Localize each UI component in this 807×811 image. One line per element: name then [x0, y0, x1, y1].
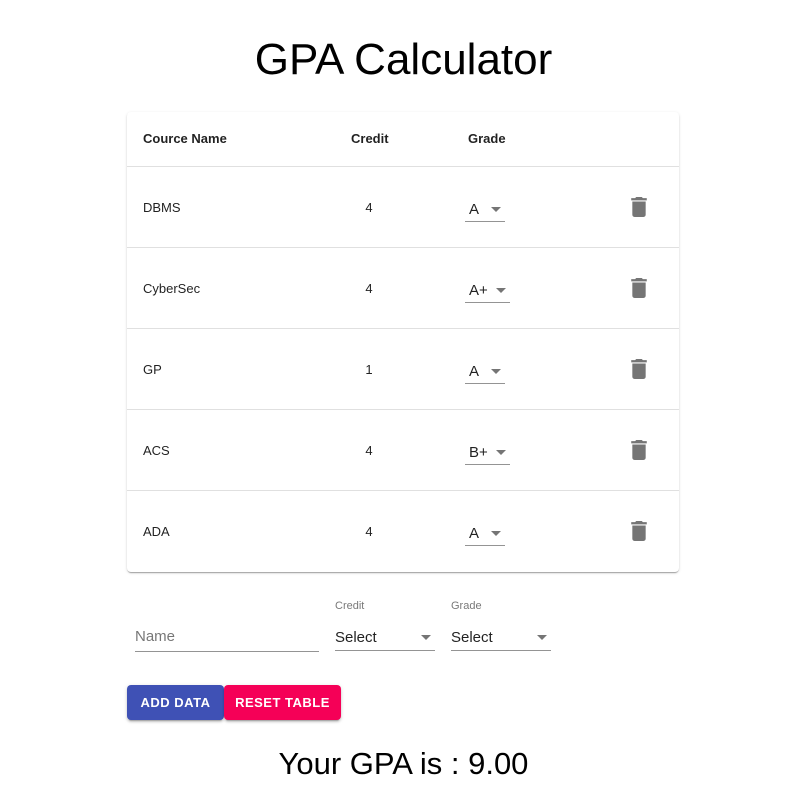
credit-select-label: Credit: [335, 600, 365, 612]
grade-select-new[interactable]: Grade Select: [451, 600, 551, 651]
header-credit: Credit: [351, 131, 389, 146]
grade-select[interactable]: A+: [465, 278, 510, 303]
grade-select-value: Select: [451, 628, 493, 646]
grade-select[interactable]: A: [465, 359, 505, 384]
grade-select-box[interactable]: Select: [451, 624, 551, 651]
grade-value: A+: [469, 281, 488, 299]
grade-value: B+: [469, 443, 488, 461]
header-course-name: Cource Name: [143, 131, 227, 146]
trash-icon[interactable]: [630, 359, 648, 379]
course-credit: 4: [365, 200, 373, 215]
course-credit: 1: [365, 362, 373, 377]
course-name: ACS: [143, 443, 170, 458]
table-row: CyberSec 4 A+: [127, 248, 679, 329]
table-row: DBMS 4 A: [127, 167, 679, 248]
chevron-down-icon: [491, 368, 501, 374]
grade-select[interactable]: A: [465, 521, 505, 546]
grade-value: A: [469, 200, 480, 218]
chevron-down-icon: [537, 634, 547, 640]
reset-table-button[interactable]: RESET TABLE: [224, 685, 341, 720]
chevron-down-icon: [495, 287, 506, 293]
credit-select-value: Select: [335, 628, 377, 646]
trash-icon[interactable]: [630, 278, 648, 298]
table-row: ADA 4 A: [127, 491, 679, 571]
chevron-down-icon: [495, 449, 506, 455]
grade-select[interactable]: B+: [465, 440, 510, 465]
course-name-input[interactable]: Name: [135, 626, 319, 652]
trash-icon[interactable]: [630, 440, 648, 460]
grade-value: A: [469, 524, 480, 542]
trash-icon[interactable]: [630, 197, 648, 217]
add-course-form: Name Credit Select Grade Select: [127, 600, 679, 660]
gpa-result: Your GPA is : 9.00: [278, 746, 529, 781]
credit-select-box[interactable]: Select: [335, 624, 435, 651]
course-name-placeholder: Name: [135, 628, 176, 645]
course-credit: 4: [365, 443, 373, 458]
course-name: DBMS: [143, 200, 181, 215]
trash-icon[interactable]: [630, 521, 648, 541]
courses-table: Cource Name Credit Grade DBMS 4 A CyberS…: [127, 112, 679, 572]
grade-value: A: [469, 362, 480, 380]
chevron-down-icon: [491, 530, 501, 536]
header-grade: Grade: [468, 131, 506, 146]
grade-select-label: Grade: [451, 600, 482, 612]
add-data-button[interactable]: ADD DATA: [127, 685, 224, 720]
page-title: GPA Calculator: [254, 35, 553, 84]
course-credit: 4: [365, 281, 373, 296]
grade-select[interactable]: A: [465, 197, 505, 222]
course-name: GP: [143, 362, 162, 377]
course-credit: 4: [365, 524, 373, 539]
table-row: ACS 4 B+: [127, 410, 679, 491]
table-row: GP 1 A: [127, 329, 679, 410]
course-name: CyberSec: [143, 281, 201, 296]
chevron-down-icon: [491, 206, 501, 212]
table-header: Cource Name Credit Grade: [127, 112, 679, 167]
chevron-down-icon: [421, 634, 431, 640]
course-name: ADA: [143, 524, 170, 539]
credit-select[interactable]: Credit Select: [335, 600, 435, 651]
